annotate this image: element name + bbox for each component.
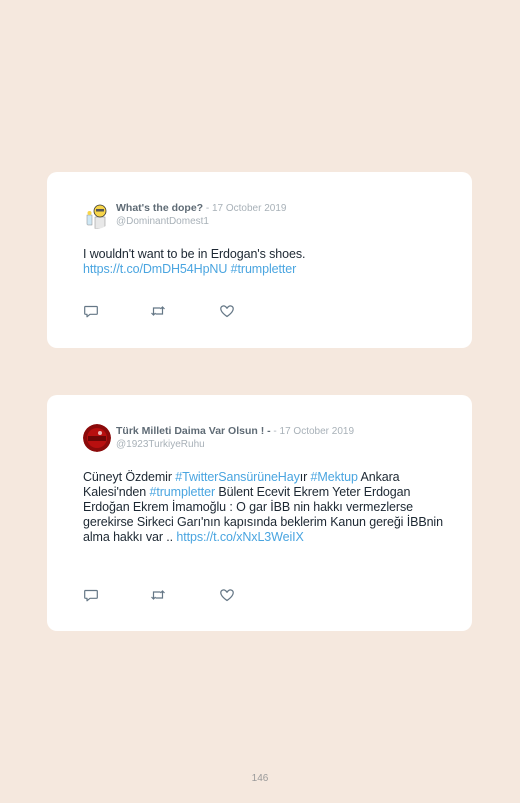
hashtag-link[interactable]: #trumpletter (227, 262, 297, 276)
user-handle[interactable]: @DominantDomest1 (116, 215, 286, 228)
tweet-text-line: I wouldn't want to be in Erdogan's shoes… (83, 247, 306, 261)
retweet-button[interactable] (150, 587, 166, 603)
retweet-icon (151, 590, 165, 600)
display-name[interactable]: Türk Milleti Daima Var Olsun ! - (116, 425, 271, 437)
tweet-text-segment: Cüneyt Özdemir (83, 470, 176, 484)
hashtag-link[interactable]: #trumpletter (150, 485, 216, 499)
heart-icon (220, 589, 234, 602)
retweet-icon (151, 306, 165, 316)
like-button[interactable] (219, 303, 235, 319)
reply-button[interactable] (83, 303, 99, 319)
user-handle[interactable]: @1923TurkiyeRuhu (116, 438, 354, 451)
tweet-text: Cüneyt Özdemir #TwitterSansürüneHayır #M… (83, 470, 443, 545)
tweet-actions (83, 303, 243, 319)
tweet-link[interactable]: https://t.co/DmDH54HpNU (83, 262, 227, 276)
tweet-actions (83, 587, 243, 603)
tweet-card: Türk Milleti Daima Var Olsun ! - - 17 Oc… (47, 395, 472, 631)
retweet-button[interactable] (150, 303, 166, 319)
tweet-card: What's the dope? - 17 October 2019 @Domi… (47, 172, 472, 348)
red-flag-avatar (83, 424, 111, 452)
display-name[interactable]: What's the dope? (116, 202, 203, 214)
tweet-link[interactable]: https://t.co/xNxL3WeiIX (176, 530, 303, 544)
reply-icon (84, 589, 98, 602)
heart-icon (220, 305, 234, 318)
tweet-date: - 17 October 2019 (270, 426, 355, 437)
tweet-text-segment: ır (299, 470, 311, 484)
hashtag-link[interactable]: #Mektup (311, 470, 358, 484)
page-number: 146 (251, 773, 269, 784)
reply-icon (84, 305, 98, 318)
like-button[interactable] (219, 587, 235, 603)
tweet-date: - 17 October 2019 (203, 203, 287, 214)
cartoon-scientist-avatar (83, 201, 111, 229)
avatar[interactable] (83, 201, 111, 229)
tweet-text: I wouldn't want to be in Erdogan's shoes… (83, 247, 443, 277)
reply-button[interactable] (83, 587, 99, 603)
hashtag-link[interactable]: #TwitterSansürüneHay (175, 470, 300, 484)
avatar[interactable] (83, 424, 111, 452)
